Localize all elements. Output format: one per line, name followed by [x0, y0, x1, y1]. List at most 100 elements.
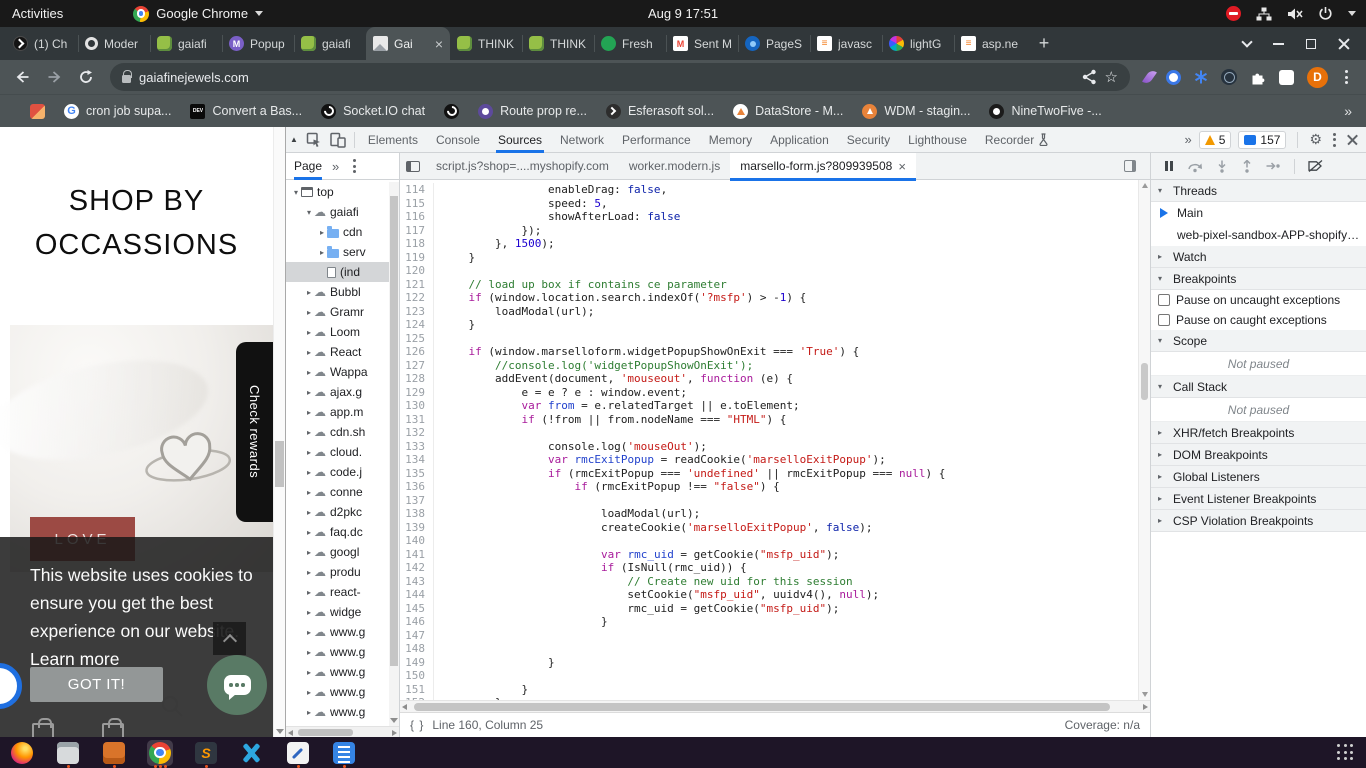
inspect-element-icon[interactable]	[302, 130, 326, 150]
line-number[interactable]: 133	[400, 440, 434, 454]
checkbox[interactable]	[1158, 294, 1170, 306]
line-content[interactable]: var rmcExitPopup = readCookie('marselloE…	[434, 453, 886, 467]
editor-tab-worker-modern-js[interactable]: worker.modern.js	[619, 153, 730, 180]
line-number[interactable]: 129	[400, 386, 434, 400]
tree-item-app-m[interactable]: ▸☁app.m	[286, 402, 399, 422]
show-applications-icon[interactable]	[1337, 744, 1354, 761]
line-content[interactable]	[434, 426, 442, 440]
tab-close-icon[interactable]: ×	[435, 37, 443, 51]
profile-avatar[interactable]: D	[1307, 67, 1328, 88]
bookmark-cron-job-supa[interactable]: cron job supa...	[64, 104, 171, 119]
address-bar[interactable]: gaiafinejewels.com ☆	[110, 63, 1130, 91]
disclosure-arrow-icon[interactable]: ▸	[304, 448, 314, 457]
url-text[interactable]: gaiafinejewels.com	[139, 70, 1074, 85]
line-content[interactable]: }, 1500);	[434, 237, 555, 251]
tree-item-bubbl[interactable]: ▸☁Bubbl	[286, 282, 399, 302]
bag-icon[interactable]	[32, 723, 54, 737]
line-number[interactable]: 146	[400, 615, 434, 629]
line-number[interactable]: 132	[400, 426, 434, 440]
line-number[interactable]: 138	[400, 507, 434, 521]
web-extension-icon[interactable]	[1221, 69, 1237, 85]
line-content[interactable]: //console.log('widgetPopupShowOnExit');	[434, 359, 753, 373]
ring-extension-icon[interactable]	[1166, 70, 1181, 85]
close-devtools-icon[interactable]	[1347, 134, 1358, 145]
disclosure-arrow-icon[interactable]: ▸	[304, 368, 314, 377]
browser-menu-icon[interactable]	[1341, 70, 1352, 84]
line-content[interactable]	[434, 534, 442, 548]
bookmark-wdm-stagin[interactable]: WDM - stagin...	[862, 104, 970, 119]
devtools-tab-security[interactable]: Security	[838, 127, 899, 153]
checkbox-row-pause-on-caught-exceptions[interactable]: Pause on caught exceptions	[1151, 310, 1366, 330]
line-number[interactable]: 130	[400, 399, 434, 413]
activities-button[interactable]: Activities	[12, 6, 63, 21]
new-tab-button[interactable]: +	[1030, 29, 1058, 57]
line-number[interactable]: 124	[400, 318, 434, 332]
tree-hscrollbar[interactable]	[286, 726, 399, 737]
bookmark-route-prop-re[interactable]: Route prop re...	[478, 104, 587, 119]
browser-tab-lightg[interactable]: lightG	[882, 27, 954, 60]
dock-chrome-icon[interactable]	[147, 740, 173, 766]
checkbox[interactable]	[1158, 314, 1170, 326]
section-global-listeners[interactable]: ▸Global Listeners	[1151, 466, 1366, 488]
line-content[interactable]	[434, 332, 442, 346]
share-icon[interactable]	[1082, 69, 1097, 85]
disclosure-arrow-icon[interactable]: ▸	[304, 628, 314, 637]
bookmark-convert-a-bas[interactable]: Convert a Bas...	[190, 104, 302, 119]
browser-tab-gai[interactable]: Gai×	[366, 27, 450, 60]
browser-tab-sent-m[interactable]: Sent M	[666, 27, 738, 60]
line-content[interactable]: enableDrag: false,	[434, 183, 667, 197]
disclosure-arrow-icon[interactable]: ▸	[304, 468, 314, 477]
tab-search-button[interactable]	[1243, 42, 1251, 46]
disclosure-arrow-icon[interactable]: ▸	[304, 708, 314, 717]
line-number[interactable]: 114	[400, 183, 434, 197]
line-content[interactable]: // load up box if contains ce parameter	[434, 278, 727, 292]
line-content[interactable]: if (rmcExitPopup !== "false") {	[434, 480, 780, 494]
line-content[interactable]: e = e ? e : window.event;	[434, 386, 687, 400]
devtools-tab-recorder[interactable]: Recorder	[976, 127, 1058, 153]
tree-item-produ[interactable]: ▸☁produ	[286, 562, 399, 582]
disclosure-arrow-icon[interactable]: ▸	[304, 688, 314, 697]
tree-item-conne[interactable]: ▸☁conne	[286, 482, 399, 502]
disclosure-arrow-icon[interactable]: ▸	[304, 608, 314, 617]
tree-item-www-g[interactable]: ▸☁www.g	[286, 662, 399, 682]
line-content[interactable]: console.log('mouseOut');	[434, 440, 707, 454]
disclosure-arrow-icon[interactable]: ▸	[304, 568, 314, 577]
line-content[interactable]: var rmc_uid = getCookie("msfp_uid");	[434, 548, 839, 562]
section-scope[interactable]: ▾Scope	[1151, 330, 1366, 352]
section-watch[interactable]: ▸Watch	[1151, 246, 1366, 268]
line-content[interactable]: loadModal(url);	[434, 305, 594, 319]
navigator-more-tabs[interactable]: »	[332, 159, 339, 174]
browser-tab-javasc[interactable]: javasc	[810, 27, 882, 60]
browser-tab-pages[interactable]: PageS	[738, 27, 810, 60]
section-xhr-fetch-breakpoints[interactable]: ▸XHR/fetch Breakpoints	[1151, 422, 1366, 444]
line-content[interactable]: });	[434, 224, 541, 238]
line-content[interactable]	[434, 642, 442, 656]
issues-badge[interactable]: 157	[1238, 131, 1286, 149]
tree-item-faq-dc[interactable]: ▸☁faq.dc	[286, 522, 399, 542]
line-number[interactable]: 121	[400, 278, 434, 292]
dock-files-icon[interactable]	[55, 740, 81, 766]
minimize-button[interactable]	[1273, 43, 1284, 45]
line-content[interactable]: rmc_uid = getCookie("msfp_uid");	[434, 602, 839, 616]
line-content[interactable]: showAfterLoad: false	[434, 210, 680, 224]
line-content[interactable]: if (IsNull(rmc_uid)) {	[434, 561, 747, 575]
scroll-top-button[interactable]	[213, 622, 246, 655]
tree-item-top[interactable]: ▾top	[286, 182, 399, 202]
line-number[interactable]: 139	[400, 521, 434, 535]
browser-tab-popup[interactable]: Popup	[222, 27, 294, 60]
disclosure-arrow-icon[interactable]: ▸	[304, 308, 314, 317]
line-number[interactable]: 131	[400, 413, 434, 427]
editor-hscrollbar[interactable]	[400, 700, 1150, 712]
devtools-tab-application[interactable]: Application	[761, 127, 838, 153]
tree-item-gramr[interactable]: ▸☁Gramr	[286, 302, 399, 322]
deactivate-breakpoints-icon[interactable]	[1308, 160, 1323, 172]
tab-page[interactable]: Page	[294, 153, 322, 180]
quill-extension-icon[interactable]	[1142, 68, 1157, 85]
tree-item-cdn[interactable]: ▸cdn	[286, 222, 399, 242]
disclosure-arrow-icon[interactable]: ▸	[304, 428, 314, 437]
line-number[interactable]: 116	[400, 210, 434, 224]
bookmarks-overflow-button[interactable]: »	[1344, 103, 1352, 119]
dock-vscode-icon[interactable]	[239, 740, 265, 766]
line-number[interactable]: 149	[400, 656, 434, 670]
hide-navigator-icon[interactable]	[400, 153, 426, 179]
